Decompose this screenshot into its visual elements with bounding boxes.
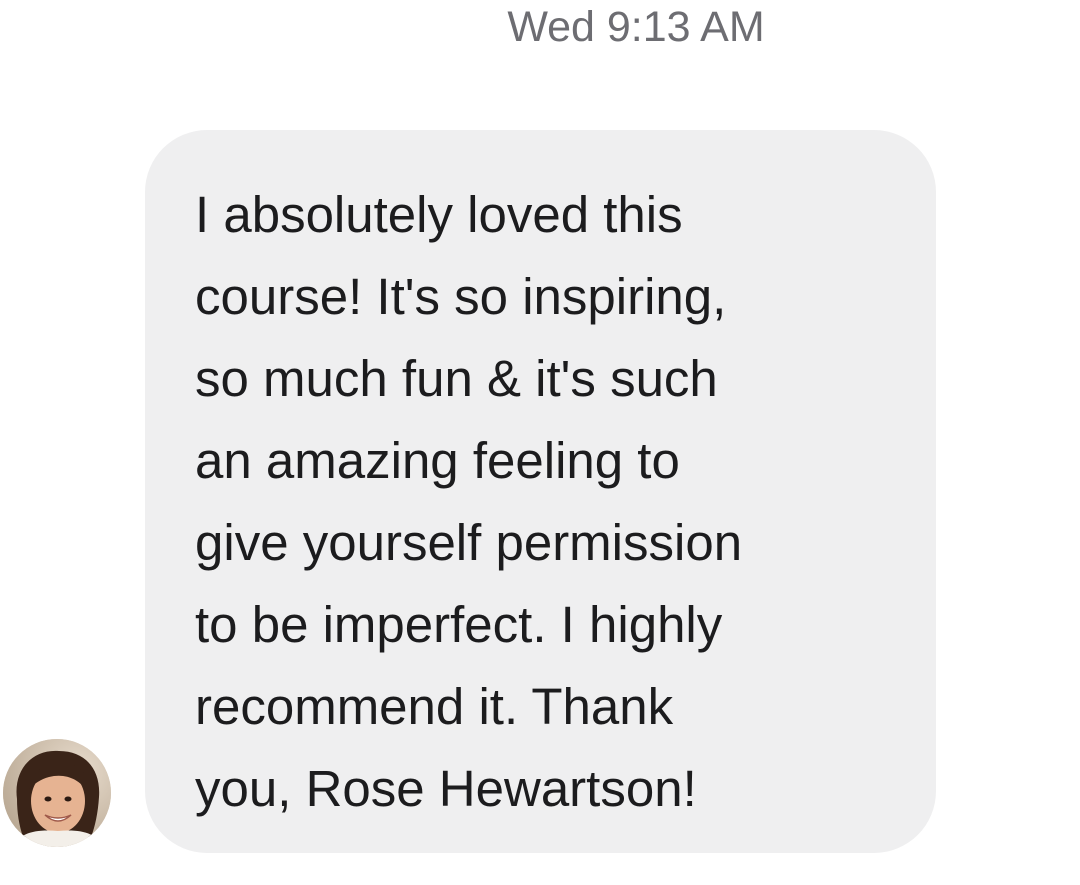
message-text-line: I absolutely loved this	[195, 186, 683, 243]
sender-avatar[interactable]	[3, 739, 111, 847]
person-photo-icon	[3, 739, 111, 847]
message-text-line: an amazing feeling to	[195, 432, 680, 489]
message-text-line: give yourself permission	[195, 514, 743, 571]
message-text-line: to be imperfect. I highly	[195, 596, 723, 653]
message-text-line: course! It's so inspiring,	[195, 268, 727, 325]
message-text-line: you, Rose Hewartson!	[195, 760, 697, 817]
message-text-line: recommend it. Thank	[195, 678, 674, 735]
message-timestamp: Wed 9:13 AM	[507, 3, 765, 51]
received-message-bubble[interactable]: I absolutely loved this course! It's so …	[145, 130, 936, 853]
message-text-line: so much fun & it's such	[195, 350, 718, 407]
